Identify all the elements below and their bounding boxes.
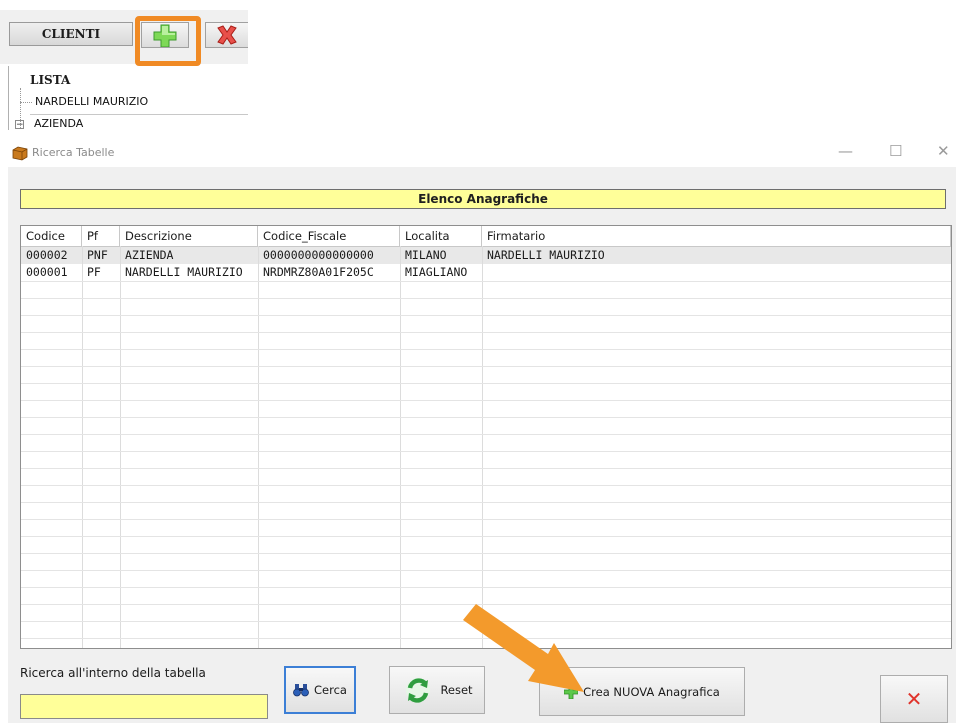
- search-label: Ricerca all'interno della tabella: [20, 666, 206, 680]
- window-titlebar: [0, 140, 956, 166]
- table-header-row: Codice Pf Descrizione Codice_Fiscale Loc…: [21, 226, 951, 247]
- row-gridline: [21, 298, 951, 299]
- search-input[interactable]: [20, 694, 268, 719]
- column-header[interactable]: Codice_Fiscale: [258, 226, 400, 246]
- table-cell: [482, 264, 951, 281]
- column-header[interactable]: Firmatario: [482, 226, 951, 246]
- row-gridline: [21, 400, 951, 401]
- search-button[interactable]: Cerca: [284, 666, 356, 714]
- tree-item[interactable]: NARDELLI MAURIZIO: [35, 95, 148, 108]
- row-gridline: [21, 315, 951, 316]
- app-icon: [12, 145, 28, 165]
- row-gridline: [21, 434, 951, 435]
- table-row[interactable]: 000002 PNF AZIENDA 0000000000000000 MILA…: [21, 247, 951, 264]
- plus-icon: [564, 684, 579, 699]
- table-cell: PF: [87, 265, 101, 279]
- column-header[interactable]: Codice: [21, 226, 82, 246]
- row-gridline: [21, 502, 951, 503]
- tree-collapse-toggle[interactable]: −: [15, 120, 24, 130]
- row-gridline: [21, 349, 951, 350]
- row-gridline: [21, 383, 951, 384]
- highlight-frame: [135, 16, 201, 66]
- column-header[interactable]: Pf: [82, 226, 120, 246]
- table-cell: MILANO: [405, 248, 447, 262]
- row-gridline: [21, 621, 951, 622]
- table-cell: MIAGLIANO: [405, 265, 468, 279]
- table-row[interactable]: 000001 PF NARDELLI MAURIZIO NRDMRZ80A01F…: [21, 264, 951, 281]
- row-gridline: [21, 638, 951, 639]
- row-gridline: [21, 587, 951, 588]
- row-gridline: [21, 468, 951, 469]
- minimize-button[interactable]: —: [838, 142, 853, 160]
- divider: [30, 114, 248, 115]
- column-header[interactable]: Descrizione: [120, 226, 258, 246]
- records-table[interactable]: Codice Pf Descrizione Codice_Fiscale Loc…: [20, 225, 952, 649]
- table-cell: 000001: [26, 265, 68, 279]
- row-gridline: [21, 519, 951, 520]
- table-cell: AZIENDA: [125, 248, 174, 262]
- window-title: Ricerca Tabelle: [32, 146, 115, 159]
- row-gridline: [21, 281, 951, 282]
- binoculars-icon: [293, 684, 309, 697]
- row-gridline: [21, 536, 951, 537]
- table-cell: NRDMRZ80A01F205C: [263, 265, 374, 279]
- reset-button-label: Reset: [440, 683, 473, 697]
- tree-root-label[interactable]: LISTA: [30, 73, 70, 87]
- row-gridline: [21, 332, 951, 333]
- table-cell: 0000000000000000: [263, 248, 374, 262]
- reset-button[interactable]: Reset: [389, 666, 485, 714]
- row-gridline: [21, 366, 951, 367]
- recycle-arrows-icon: [406, 678, 431, 703]
- maximize-button[interactable]: ☐: [889, 142, 902, 160]
- column-header[interactable]: Localita: [400, 226, 482, 246]
- row-gridline: [21, 485, 951, 486]
- search-button-label: Cerca: [314, 683, 347, 697]
- row-gridline: [21, 570, 951, 571]
- row-gridline: [21, 553, 951, 554]
- row-gridline: [21, 417, 951, 418]
- row-gridline: [21, 604, 951, 605]
- delete-client-button[interactable]: [205, 22, 248, 48]
- list-header-banner: Elenco Anagrafiche: [20, 189, 946, 209]
- close-icon: ✕: [905, 687, 923, 711]
- tree-connector: [20, 102, 32, 103]
- create-new-record-label: Crea NUOVA Anagrafica: [583, 684, 720, 699]
- row-gridline: [21, 451, 951, 452]
- tab-clienti[interactable]: CLIENTI: [9, 22, 133, 46]
- table-cell: 000002: [26, 248, 68, 262]
- tree-panel: CLIENTI LISTA NARDELLI MAURIZIO − AZIEND…: [0, 0, 248, 130]
- table-cell: PNF: [87, 248, 108, 262]
- table-cell: NARDELLI MAURIZIO: [125, 265, 243, 279]
- window-close-button[interactable]: ✕: [937, 142, 950, 160]
- tree-item[interactable]: AZIENDA: [34, 117, 83, 130]
- create-new-record-button[interactable]: Crea NUOVA Anagrafica: [539, 667, 745, 716]
- close-dialog-button[interactable]: ✕: [880, 675, 948, 723]
- x-delete-icon: [217, 25, 237, 45]
- table-cell: NARDELLI MAURIZIO: [487, 248, 605, 262]
